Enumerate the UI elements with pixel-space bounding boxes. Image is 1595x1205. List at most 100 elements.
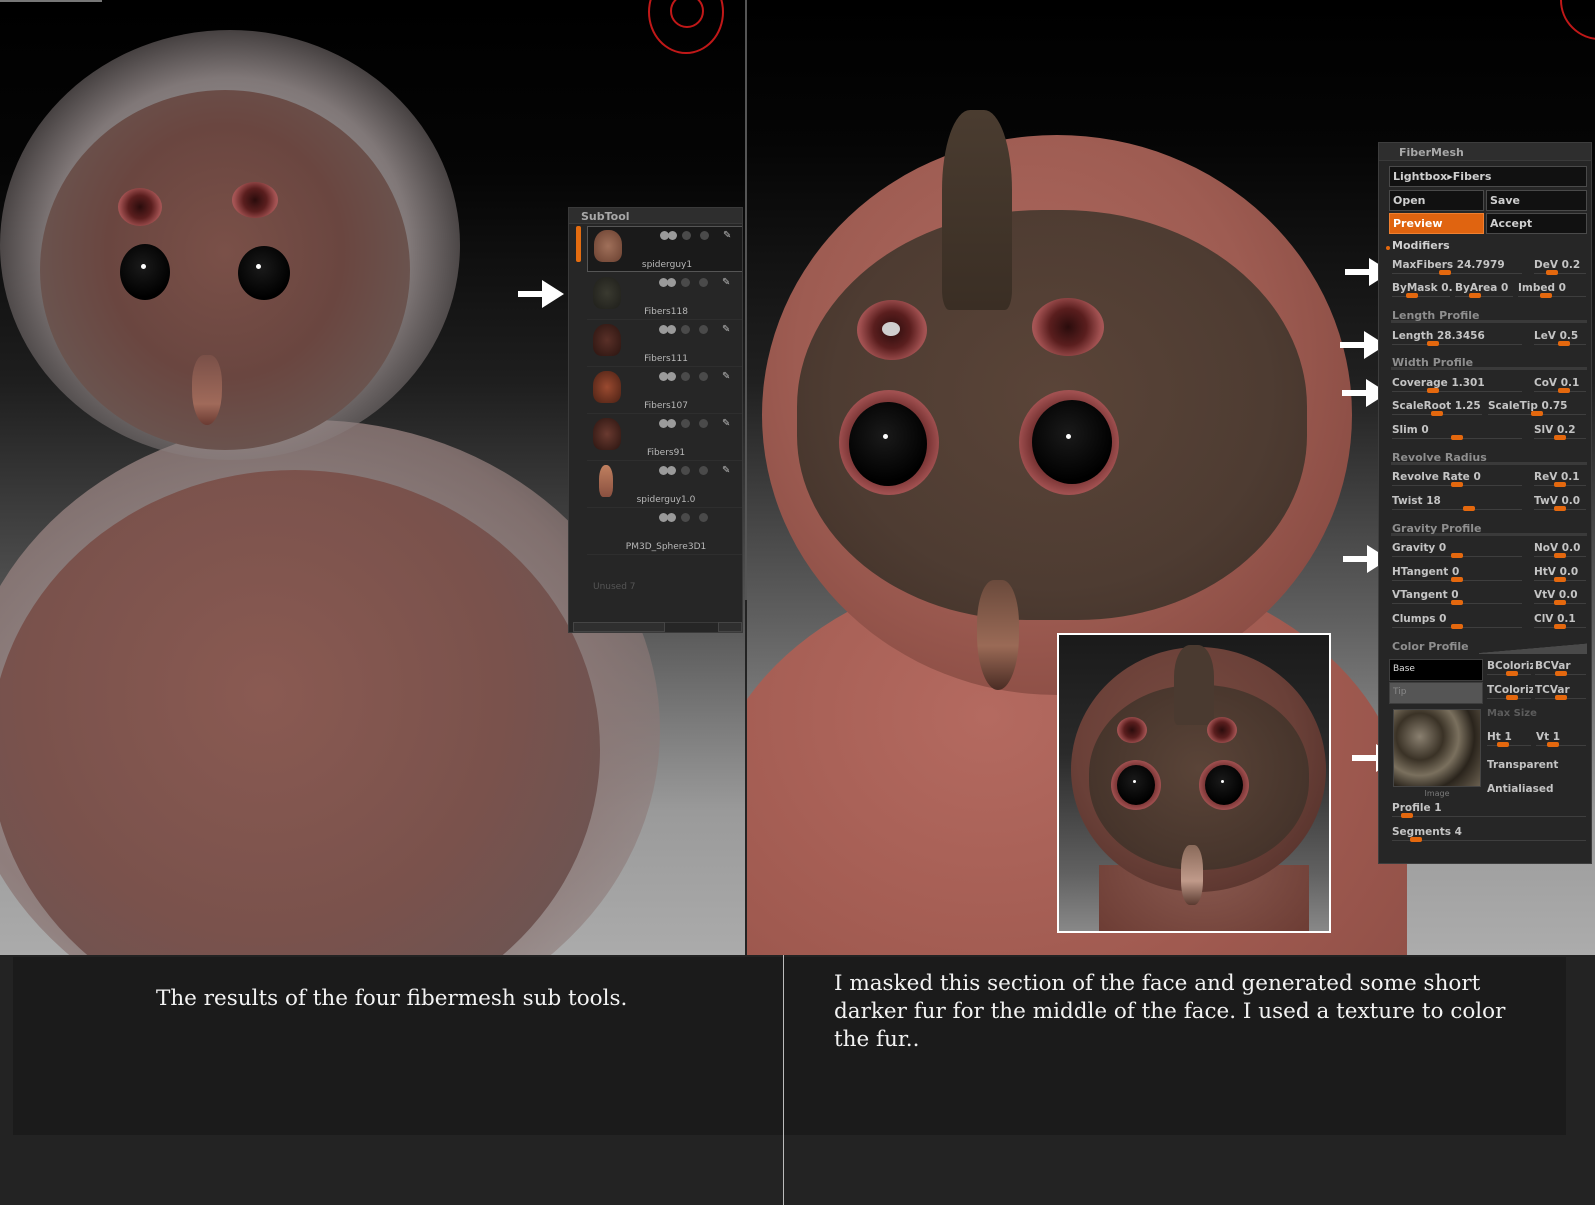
subtool-row-fibers91[interactable]: ✎ Fibers91 — [587, 415, 742, 461]
arrow-icon — [518, 279, 564, 309]
length-profile-section[interactable]: Length Profile — [1391, 309, 1587, 323]
subtool-scrollbar[interactable] — [576, 226, 581, 262]
color-profile-section[interactable]: Color Profile — [1391, 640, 1481, 654]
preview-button[interactable]: Preview — [1389, 213, 1484, 234]
slim-label: Slim 0 — [1392, 424, 1429, 436]
subtool-label: PM3D_Sphere3D1 — [625, 542, 707, 552]
htangent-label: HTangent 0 — [1392, 566, 1460, 578]
subtool-label: Fibers111 — [644, 354, 688, 364]
accept-button[interactable]: Accept — [1486, 213, 1587, 234]
subtool-row-fibers118[interactable]: ✎ Fibers118 — [587, 274, 742, 320]
subtool-thumbnail — [593, 277, 621, 309]
subtool-label: Fibers118 — [644, 307, 688, 317]
left-head-fur — [40, 90, 410, 450]
tip-color-swatch[interactable]: Tip — [1389, 682, 1483, 704]
maxfibers-slider[interactable]: MaxFibers 24.7979 — [1392, 259, 1524, 281]
segments-slider[interactable]: Segments 4 — [1392, 826, 1588, 848]
revolve-rate-label: Revolve Rate 0 — [1392, 471, 1481, 483]
top-edge-line — [0, 0, 102, 2]
brush-icon[interactable]: ✎ — [722, 324, 730, 335]
brush-icon[interactable]: ✎ — [722, 418, 730, 429]
profile-slider[interactable]: Profile 1 — [1392, 802, 1588, 824]
fibermesh-panel: FiberMesh Lightbox▸Fibers Open Save Prev… — [1378, 142, 1592, 864]
brush-icon[interactable]: ✎ — [723, 230, 731, 241]
antialiased-toggle[interactable]: Antialiased — [1487, 783, 1553, 795]
length-slider[interactable]: Length 28.3456 — [1392, 330, 1524, 352]
subtool-row-spiderguy1[interactable]: ✎ spiderguy1 — [587, 226, 742, 272]
dev-slider[interactable]: DeV 0.2 — [1534, 259, 1588, 281]
bcolorize-slider[interactable]: BColoriz — [1487, 660, 1533, 682]
scaleroot-slider[interactable]: ScaleRoot 1.25 — [1392, 400, 1484, 422]
tcolorize-slider[interactable]: TColoriz — [1487, 684, 1533, 706]
revolve-radius-section[interactable]: Revolve Radius — [1391, 451, 1587, 465]
cov-slider[interactable]: CoV 0.1 — [1534, 377, 1588, 399]
gravity-slider[interactable]: Gravity 0 — [1392, 542, 1524, 564]
inset-preview-image — [1057, 633, 1331, 933]
caption-left-box — [13, 957, 783, 1135]
imbed-slider[interactable]: Imbed 0 — [1518, 282, 1588, 304]
subtool-row-fibers111[interactable]: ✎ Fibers111 — [587, 321, 742, 367]
screenshot-canvas: SubTool ✎ spiderguy1 ✎ Fibers118 ✎ Fiber… — [0, 0, 1595, 1205]
subtool-panel: SubTool ✎ spiderguy1 ✎ Fibers118 ✎ Fiber… — [568, 207, 743, 633]
open-button[interactable]: Open — [1389, 190, 1484, 211]
nov-slider[interactable]: NoV 0.0 — [1534, 542, 1588, 564]
subtool-footer-button[interactable] — [573, 622, 665, 632]
right-small-eye-right — [1032, 298, 1104, 356]
right-big-eye-left — [849, 402, 927, 486]
max-size-label: Max Size — [1487, 708, 1537, 719]
clumps-slider[interactable]: Clumps 0 — [1392, 613, 1524, 635]
bcvar-slider[interactable]: BCVar — [1535, 660, 1588, 682]
right-big-eye-right — [1032, 400, 1112, 484]
slv-slider[interactable]: SlV 0.2 — [1534, 424, 1588, 446]
subtool-footer — [573, 622, 742, 632]
transparent-toggle[interactable]: Transparent — [1487, 759, 1558, 771]
vtv-slider[interactable]: VtV 0.0 — [1534, 589, 1588, 611]
caption-right-text: I masked this section of the face and ge… — [834, 971, 1506, 1052]
byarea-slider[interactable]: ByArea 0 — [1455, 282, 1515, 304]
clv-slider[interactable]: ClV 0.1 — [1534, 613, 1588, 635]
brush-icon[interactable]: ✎ — [722, 277, 730, 288]
vtangent-slider[interactable]: VTangent 0 — [1392, 589, 1524, 611]
subtool-row-fibers107[interactable]: ✎ Fibers107 — [587, 368, 742, 414]
modifiers-section-label: Modifiers — [1392, 239, 1450, 252]
clumps-label: Clumps 0 — [1392, 613, 1447, 625]
coverage-label: Coverage 1.301 — [1392, 377, 1485, 389]
gravity-profile-section[interactable]: Gravity Profile — [1391, 522, 1587, 536]
subtool-label: Fibers91 — [646, 448, 686, 458]
revolve-rate-slider[interactable]: Revolve Rate 0 — [1392, 471, 1524, 493]
save-button[interactable]: Save — [1486, 190, 1587, 211]
twist-slider[interactable]: Twist 18 — [1392, 495, 1524, 517]
twv-slider[interactable]: TwV 0.0 — [1534, 495, 1588, 517]
htangent-slider[interactable]: HTangent 0 — [1392, 566, 1524, 588]
inset-mohawk — [1174, 645, 1214, 725]
subtool-row-pm3d-sphere[interactable]: PM3D_Sphere3D1 — [587, 509, 742, 555]
brush-icon[interactable]: ✎ — [722, 465, 730, 476]
rev-slider[interactable]: ReV 0.1 — [1534, 471, 1588, 493]
slim-slider[interactable]: Slim 0 — [1392, 424, 1524, 446]
subtool-row-spiderguy1-0[interactable]: ✎ spiderguy1.0 — [587, 462, 742, 508]
byarea-label: ByArea 0 — [1455, 282, 1509, 294]
width-profile-section[interactable]: Width Profile — [1391, 356, 1587, 370]
left-big-eye-left — [120, 244, 170, 300]
tcvar-slider[interactable]: TCVar — [1535, 684, 1588, 706]
vt-slider[interactable]: Vt 1 — [1536, 731, 1588, 753]
htv-slider[interactable]: HtV 0.0 — [1534, 566, 1588, 588]
ht-slider[interactable]: Ht 1 — [1487, 731, 1533, 753]
subtool-footer-button[interactable] — [718, 622, 742, 632]
bymask-slider[interactable]: ByMask 0. — [1392, 282, 1453, 304]
scaletip-slider[interactable]: ScaleTip 0.75 — [1488, 400, 1588, 422]
lightbox-fibers-button[interactable]: Lightbox▸Fibers — [1389, 166, 1587, 187]
brush-icon[interactable]: ✎ — [722, 371, 730, 382]
coverage-slider[interactable]: Coverage 1.301 — [1392, 377, 1524, 399]
subtool-panel-title: SubTool — [569, 208, 742, 224]
subtool-thumbnail — [593, 324, 621, 356]
color-profile-curve — [1479, 640, 1587, 654]
base-color-swatch[interactable]: Base — [1389, 659, 1483, 681]
fur-texture-image[interactable] — [1393, 709, 1481, 787]
gravity-label: Gravity 0 — [1392, 542, 1447, 554]
caption-divider — [783, 955, 784, 1205]
cov-label: CoV 0.1 — [1534, 377, 1580, 389]
lev-slider[interactable]: LeV 0.5 — [1534, 330, 1588, 352]
fibermesh-panel-title: FiberMesh — [1379, 143, 1591, 161]
lev-label: LeV 0.5 — [1534, 330, 1579, 342]
